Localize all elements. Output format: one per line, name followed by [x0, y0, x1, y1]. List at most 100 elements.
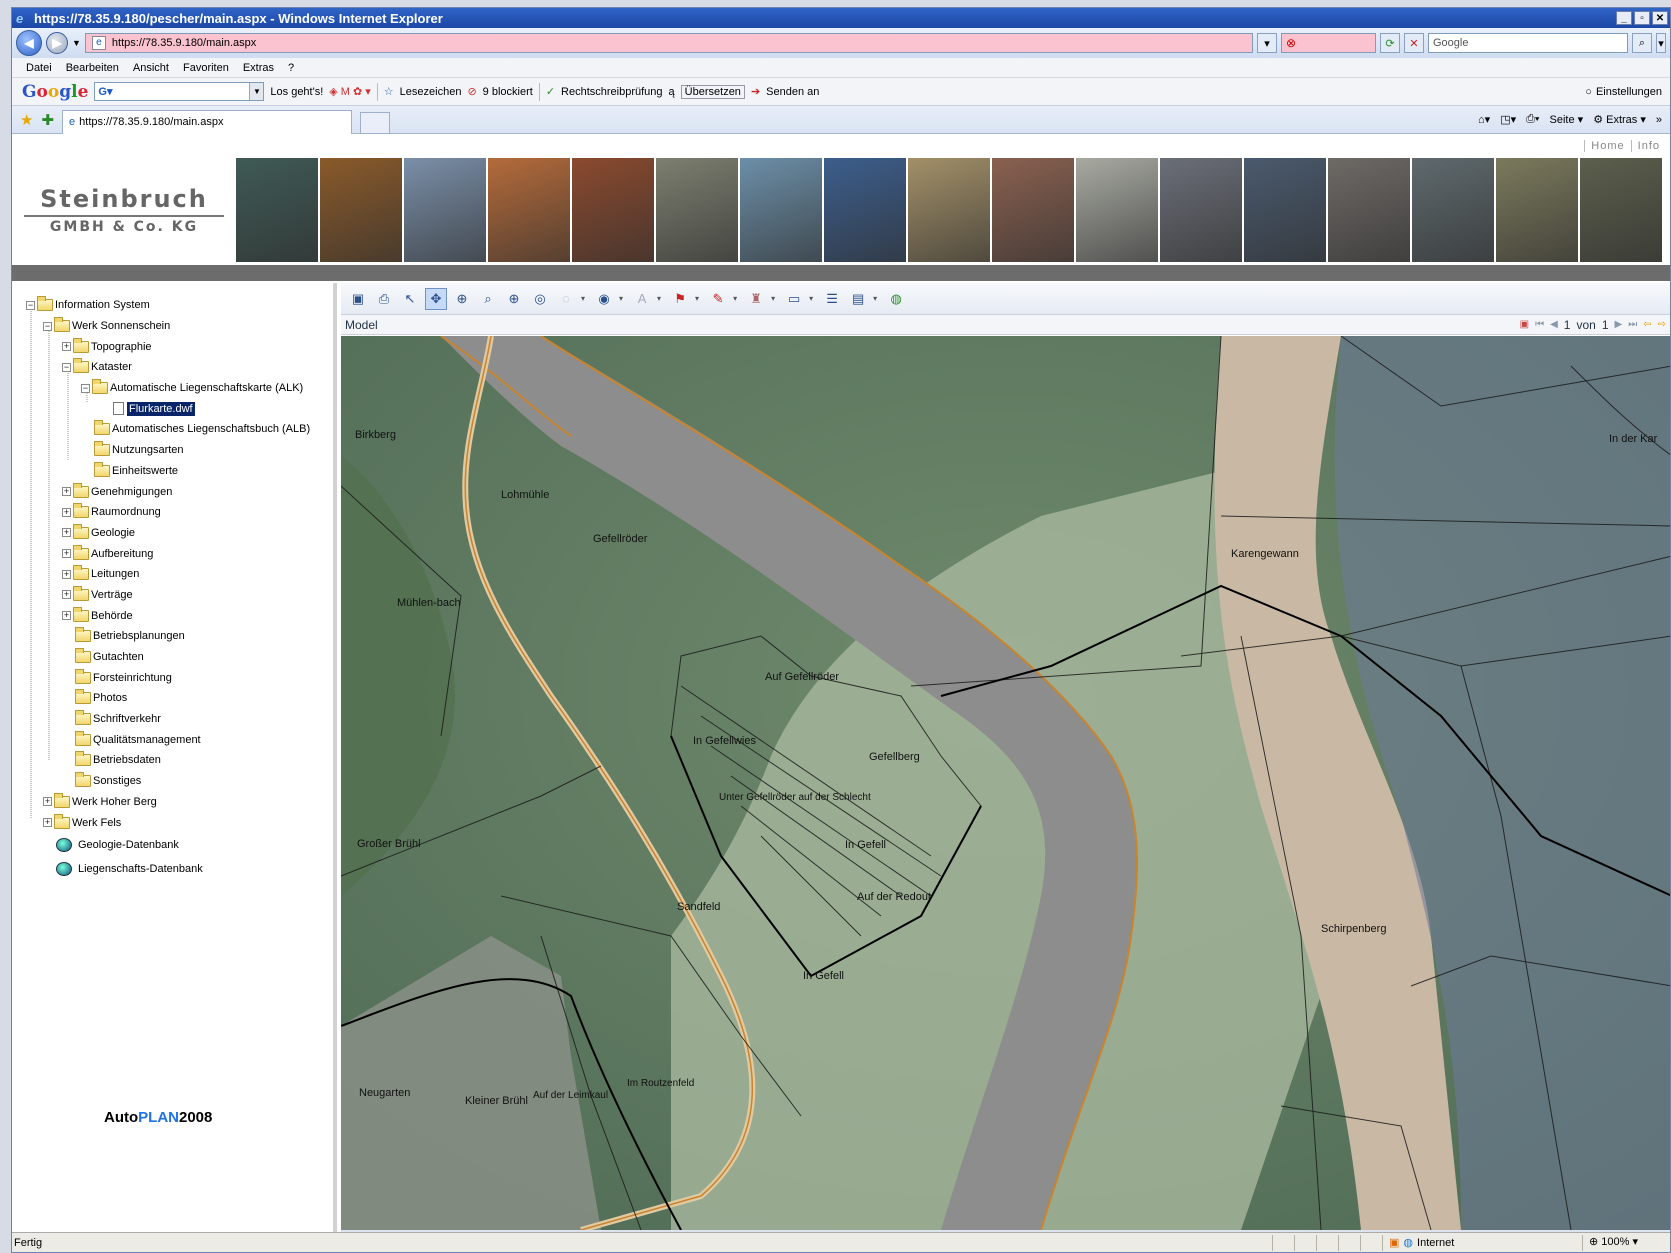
address-dropdown-button[interactable]: ▾: [1257, 33, 1277, 53]
new-tab-button[interactable]: [360, 111, 391, 134]
model-tab[interactable]: Model: [345, 318, 378, 332]
zoom-level[interactable]: ⊕ 100% ▾: [1582, 1234, 1670, 1251]
tree-item-werk-fels[interactable]: + Werk Fels: [26, 812, 333, 833]
zoom-in-icon[interactable]: ⊕: [503, 288, 525, 310]
tree-item-leitungen[interactable]: + Leitungen: [26, 564, 333, 585]
zoom-realtime-icon[interactable]: ⊕: [451, 288, 473, 310]
navigation-icon[interactable]: ◌: [555, 288, 577, 310]
zoom-window-icon[interactable]: ⌕: [477, 288, 499, 310]
feeds-icon[interactable]: ◳▾: [1500, 113, 1516, 126]
tree-item-einheitswerte[interactable]: Einheitswerte: [26, 461, 333, 482]
tree-item-photos[interactable]: Photos: [26, 688, 333, 709]
spellcheck-button[interactable]: Rechtschreibprüfung: [561, 86, 663, 98]
tree-item-geologie[interactable]: + Geologie: [26, 523, 333, 544]
expand-icon[interactable]: +: [62, 487, 71, 497]
properties-icon[interactable]: ☰: [821, 288, 843, 310]
forward-arrow-icon[interactable]: ⇨: [1658, 319, 1666, 330]
home-icon[interactable]: ⌂▾: [1478, 113, 1490, 126]
expand-icon[interactable]: +: [62, 590, 71, 600]
expand-icon[interactable]: +: [43, 797, 52, 807]
collapse-icon[interactable]: −: [81, 383, 90, 393]
callout-icon[interactable]: ⚑: [669, 288, 691, 310]
close-button[interactable]: ✕: [1652, 11, 1668, 25]
tree-item-kataster[interactable]: − Kataster: [26, 357, 333, 378]
tree-item-behoerde[interactable]: + Behörde: [26, 605, 333, 626]
expand-icon[interactable]: +: [62, 342, 71, 352]
menu-file[interactable]: Datei: [26, 62, 52, 74]
chevron-right-icon[interactable]: »: [1656, 114, 1662, 126]
cadastral-map[interactable]: Birkberg Lohmühle Gefellröder Mühlen-bac…: [341, 336, 1671, 1230]
tree-item-aufbereitung[interactable]: + Aufbereitung: [26, 543, 333, 564]
tree-item-nutzungsarten[interactable]: Nutzungsarten: [26, 440, 333, 461]
tree-item-werk-sonnenschein[interactable]: − Werk Sonnenschein: [26, 316, 333, 337]
menu-view[interactable]: Ansicht: [133, 62, 169, 74]
camera-icon[interactable]: ◉: [593, 288, 615, 310]
tree-item-alk[interactable]: − Automatische Liegenschaftskarte (ALK): [26, 378, 333, 399]
next-page-icon[interactable]: ▶: [1615, 319, 1623, 330]
history-dropdown-icon[interactable]: ▼: [72, 38, 81, 48]
expand-icon[interactable]: +: [62, 611, 71, 621]
print-icon[interactable]: ⎙: [373, 288, 395, 310]
search-button[interactable]: ⌕: [1632, 33, 1652, 53]
maximize-button[interactable]: ▫: [1634, 11, 1650, 25]
search-input[interactable]: Google: [1428, 33, 1628, 53]
bookmarks-button[interactable]: Lesezeichen: [400, 86, 462, 98]
tree-item-betriebsplanungen[interactable]: Betriebsplanungen: [26, 626, 333, 647]
star-icon[interactable]: ☆: [384, 85, 394, 98]
expand-icon[interactable]: +: [62, 549, 71, 559]
menu-tools[interactable]: Extras: [243, 62, 274, 74]
translate-button[interactable]: Übersetzen: [680, 84, 745, 99]
tree-item-vertraege[interactable]: + Verträge: [26, 585, 333, 606]
collapse-icon[interactable]: −: [43, 321, 52, 331]
tree-item-betriebsdaten[interactable]: Betriebsdaten: [26, 750, 333, 771]
favorites-star-icon[interactable]: ★: [20, 111, 33, 129]
map-canvas[interactable]: Birkberg Lohmühle Gefellröder Mühlen-bac…: [341, 336, 1671, 1230]
back-button[interactable]: ◀: [16, 30, 42, 56]
expand-icon[interactable]: +: [62, 528, 71, 538]
send-button[interactable]: Senden an: [766, 86, 819, 98]
tree-item-root[interactable]: − Information System: [26, 295, 333, 316]
tree-item-werk-hoher-berg[interactable]: + Werk Hoher Berg: [26, 792, 333, 813]
menu-favorites[interactable]: Favoriten: [183, 62, 229, 74]
tree-item-flurkarte[interactable]: Flurkarte.dwf: [26, 398, 333, 419]
page-menu[interactable]: Seite ▾: [1550, 113, 1584, 126]
search-options-button[interactable]: ▾: [1656, 33, 1666, 53]
info-link[interactable]: Info: [1630, 140, 1666, 152]
back-arrow-icon[interactable]: ⇦: [1643, 319, 1651, 330]
tree-item-raumordnung[interactable]: + Raumordnung: [26, 502, 333, 523]
tree-item-forsteinrichtung[interactable]: Forsteinrichtung: [26, 667, 333, 688]
measure-icon[interactable]: ▭: [783, 288, 805, 310]
menu-edit[interactable]: Bearbeiten: [66, 62, 119, 74]
stop-button[interactable]: ✕: [1404, 33, 1424, 53]
google-search-input[interactable]: G▾ ▼: [94, 82, 265, 101]
tree-item-genehmigungen[interactable]: + Genehmigungen: [26, 481, 333, 502]
forward-button[interactable]: ▶: [46, 32, 68, 54]
current-page[interactable]: 1: [1564, 318, 1571, 332]
address-bar[interactable]: e https://78.35.9.180/main.aspx: [84, 33, 1253, 53]
tree-item-liegenschafts-datenbank[interactable]: Liegenschafts-Datenbank: [26, 857, 333, 881]
popup-blocked-button[interactable]: 9 blockiert: [483, 86, 533, 98]
tools-menu[interactable]: ⚙ Extras ▾: [1593, 113, 1646, 126]
save-icon[interactable]: ▣: [347, 288, 369, 310]
menu-help[interactable]: ?: [288, 62, 294, 74]
text-icon[interactable]: A: [631, 288, 653, 310]
expand-icon[interactable]: +: [43, 818, 52, 828]
first-page-icon[interactable]: ⏮: [1535, 319, 1544, 330]
tree-item-alb[interactable]: Automatisches Liegenschaftsbuch (ALB): [26, 419, 333, 440]
previous-page-icon[interactable]: ◀: [1550, 319, 1558, 330]
certificate-error-icon[interactable]: ⊗: [1281, 33, 1376, 53]
select-icon[interactable]: ↖: [399, 288, 421, 310]
security-zone[interactable]: ▣ ◍ Internet: [1382, 1234, 1582, 1251]
layout-icon[interactable]: ▤: [847, 288, 869, 310]
refresh-button[interactable]: ⟳: [1380, 33, 1400, 53]
orbit-icon[interactable]: ◎: [529, 288, 551, 310]
minimize-button[interactable]: _: [1616, 11, 1632, 25]
expand-icon[interactable]: +: [62, 569, 71, 579]
go-button[interactable]: Los geht's!: [270, 86, 323, 98]
pen-icon[interactable]: ✎: [707, 288, 729, 310]
tab-current[interactable]: e https://78.35.9.180/main.aspx: [62, 109, 353, 134]
toolbar-icons[interactable]: ◈ M ✿ ▾: [329, 85, 371, 98]
tree-item-gutachten[interactable]: Gutachten: [26, 647, 333, 668]
expand-icon[interactable]: +: [62, 507, 71, 517]
print-icon[interactable]: ⎙▾: [1526, 113, 1539, 126]
